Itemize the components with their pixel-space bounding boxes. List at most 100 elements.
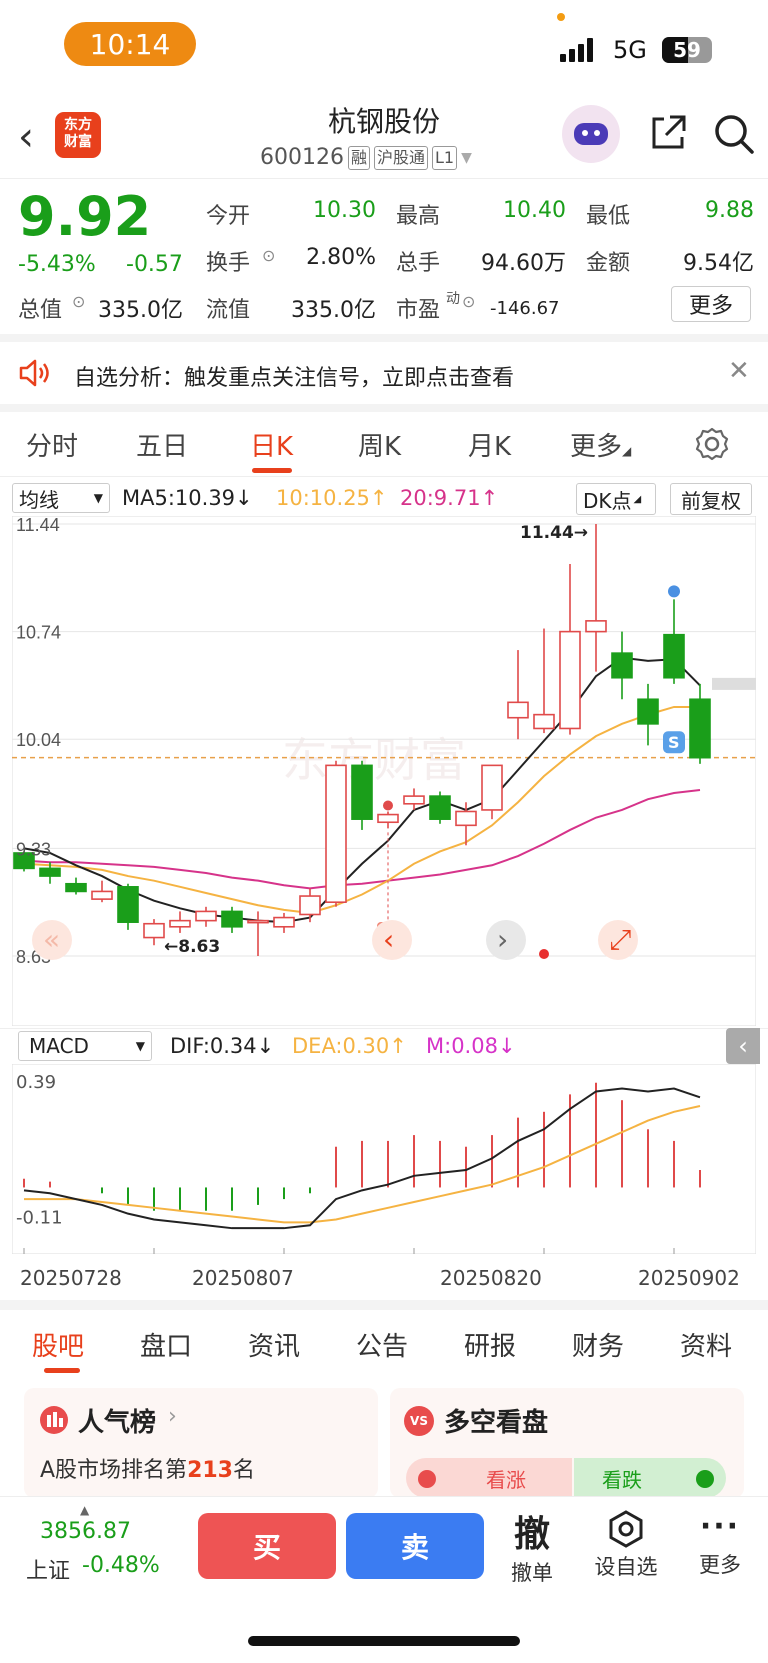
x-tick-label: 20250728 [20,1266,122,1290]
sell-marker-label: S [668,733,680,752]
tab-research[interactable]: 研报 [464,1326,516,1363]
candle-up [169,919,191,928]
tag-connect: 沪股通 [374,145,429,170]
ma10-value: 10:10.25↑ [276,486,388,510]
candle-up [585,620,607,633]
chevron-down-icon: ▼ [93,491,103,505]
more-quote-button[interactable]: 更多 [671,286,751,322]
high-value: 10.40 [503,198,566,223]
tab-intraday[interactable]: 分时 [26,426,78,463]
add-watchlist-button[interactable]: 设自选 [586,1505,666,1589]
watchlist-label: 设自选 [594,1555,658,1579]
candle-up [455,810,477,827]
more-menu-button[interactable]: ··· 更多 [690,1505,750,1589]
sell-marker-dot [668,585,680,598]
y-tick-label: 0.39 [16,1072,56,1093]
candle-up [533,713,555,730]
macd-chart[interactable]: 0.39 -0.11 [12,1064,756,1254]
y-tick-label: 10.04 [16,730,61,750]
signal-icon [560,38,593,62]
collapse-panel-button[interactable]: ‹ [726,1028,760,1064]
bear-button[interactable]: 看跌 [574,1458,726,1498]
candle-down [221,910,243,928]
cancel-order-button[interactable]: 撤 撤单 [504,1505,560,1589]
candle-down [689,698,711,759]
tab-order-book[interactable]: 盘口 [140,1326,192,1363]
tag-level: L1 [432,145,458,170]
settings-gear-icon[interactable] [694,426,730,462]
dk-point-button[interactable]: DK点 ◢ [576,483,656,515]
index-change: -0.48% [82,1553,160,1578]
macd-select-label: MACD [29,1034,89,1058]
adjust-button[interactable]: 前复权 [670,483,752,515]
y-tick-label: 9.33 [16,839,51,859]
expand-icon[interactable]: ⤢ [598,920,638,960]
current-price: 9.92 [18,185,152,248]
candle-down [65,882,87,893]
pe-value: -146.67 [490,298,560,319]
candle-down [663,633,685,679]
bull-button[interactable]: 看涨 [406,1458,572,1498]
high-marker: 11.44→ [520,523,588,543]
tab-finance[interactable]: 财务 [572,1326,624,1363]
index-value[interactable]: 3856.87 [40,1519,131,1544]
home-indicator [248,1636,520,1646]
bull-bear-card[interactable]: VS 多空看盘 看涨 看跌 [390,1388,744,1498]
y-tick-label: -0.11 [16,1207,63,1228]
info-icon[interactable]: ⊙ [262,246,275,265]
stock-subtitle[interactable]: 600126 融 沪股通 L1 ▼ [260,145,472,170]
tab-more[interactable]: 更多◢ [570,426,631,463]
high-label: 最高 [396,204,441,229]
float-value-label: 流值 [206,298,251,323]
more-dots-icon: ··· [699,1509,741,1544]
tab-monthly-k[interactable]: 月K [468,426,511,463]
chevron-right-icon: › [168,1404,177,1429]
active-tab-indicator [252,468,292,473]
sell-button[interactable]: 卖 [346,1513,484,1579]
divider [0,334,768,342]
double-left-icon[interactable]: « [32,920,72,960]
buy-button[interactable]: 买 [198,1513,336,1579]
info-icon[interactable]: ⊙ [462,292,475,311]
tab-news[interactable]: 资讯 [248,1326,300,1363]
ma-select[interactable]: 均线 ▼ [12,483,110,513]
buy-marker-dot [383,800,393,811]
battery-level: 59 [673,38,701,62]
tab-weekly-k[interactable]: 周K [358,426,401,463]
svg-text:›: › [497,923,508,956]
popularity-card[interactable]: 人气榜 › A股市场排名第213名 [24,1388,378,1498]
candle-down [611,652,633,679]
tab-daily-k[interactable]: 日K [250,426,293,463]
pe-label: 市盈 [396,298,441,323]
candle-up [247,919,269,924]
alert-message[interactable]: 自选分析：触发重点关注信号，立即点击查看 [74,360,514,392]
cancel-label: 撤单 [511,1561,553,1585]
ma20-value: 20:9.71↑ [400,486,499,510]
change-percent: -5.43% [18,252,96,277]
info-icon[interactable]: ⊙ [72,292,85,311]
candle-up [273,916,295,928]
candle-down [637,698,659,725]
close-icon[interactable]: ✕ [728,356,750,386]
popularity-title: 人气榜 [78,1408,157,1438]
open-label: 今开 [206,204,251,229]
assistant-robot-icon[interactable] [562,105,620,163]
candle-down [117,886,139,923]
amount-value: 9.54亿 [683,251,754,276]
tab-announcements[interactable]: 公告 [356,1326,408,1363]
turnover-label: 换手 [206,251,251,276]
volume-label: 总手 [396,251,441,276]
left-icon[interactable]: ‹ [372,920,412,960]
right-icon[interactable]: › [486,920,526,960]
share-icon[interactable] [648,113,688,153]
low-value: 9.88 [705,198,754,223]
watchlist-icon [609,1510,643,1548]
search-icon[interactable] [712,112,756,156]
tab-forum[interactable]: 股吧 [32,1326,84,1363]
x-tick-label: 20250902 [638,1266,740,1290]
tab-five-day[interactable]: 五日 [136,426,188,463]
macd-select[interactable]: MACD ▼ [18,1031,152,1061]
tab-profile[interactable]: 资料 [680,1326,732,1363]
candlestick-chart[interactable]: 东方财富 11.4410.7410.049.338.6311.44→←8.63B… [12,516,756,1026]
divider [0,1300,768,1310]
